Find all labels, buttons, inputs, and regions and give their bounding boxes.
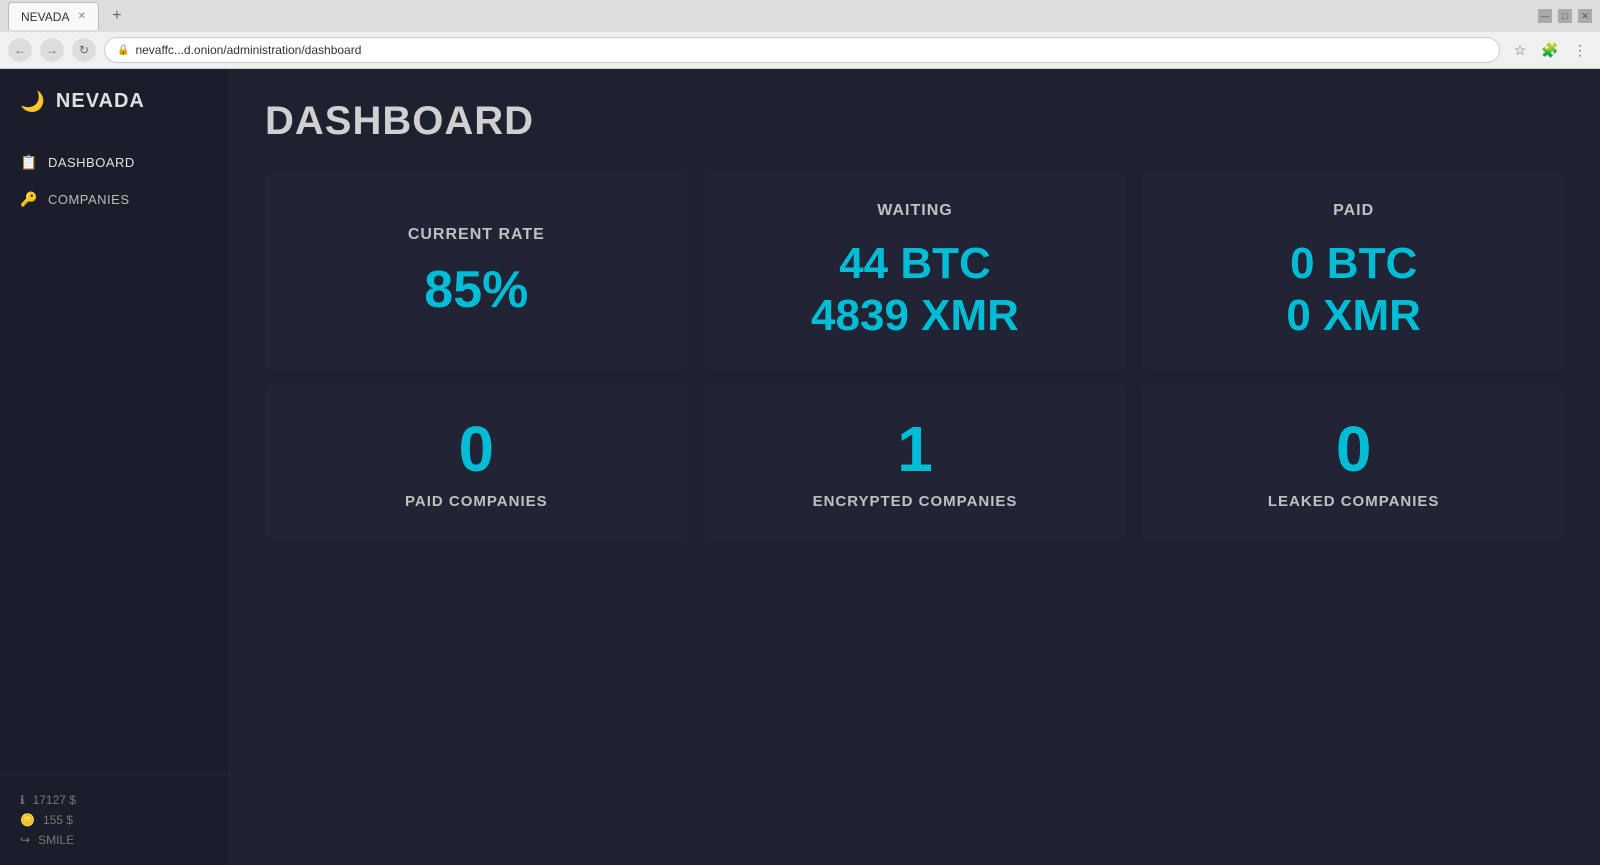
leaked-companies-card: 0 LEAKED COMPANIES [1142,387,1565,540]
window-controls: — □ ✕ [1538,9,1592,23]
main-content: DASHBOARD CURRENT RATE 85% WAITING 44 BT… [230,69,1600,865]
page-title: DASHBOARD [265,99,1565,144]
paid-card: PAID 0 BTC 0 XMR [1142,172,1565,371]
tab-close-button[interactable]: ✕ [77,11,85,22]
current-rate-label: CURRENT RATE [408,226,545,244]
footer-btc-value: 17127 $ [33,793,76,807]
sidebar-item-companies-label: COMPANIES [48,192,130,207]
browser-chrome: NEVADA ✕ + — □ ✕ ← → ↻ 🔒 nevaffc...d.oni… [0,0,1600,69]
encrypted-companies-label: ENCRYPTED COMPANIES [813,493,1018,510]
encrypted-companies-value: 1 [897,417,933,481]
footer-smile-value: SMILE [38,833,74,847]
paid-companies-card: 0 PAID COMPANIES [265,387,688,540]
exit-icon: ↪ [20,833,30,847]
brand-moon-icon: 🌙 [20,89,46,114]
waiting-xmr-value: 4839 XMR [811,292,1019,340]
paid-btc-value: 0 BTC [1290,240,1417,288]
menu-button[interactable]: ⋮ [1568,38,1592,62]
url-display: nevaffc...d.onion/administration/dashboa… [135,43,361,57]
leaked-companies-label: LEAKED COMPANIES [1268,493,1440,510]
dashboard-top-row: CURRENT RATE 85% WAITING 44 BTC 4839 XMR… [265,172,1565,371]
minimize-button[interactable]: — [1538,9,1552,23]
tab-title: NEVADA [21,10,69,24]
browser-controls: ← → ↻ 🔒 nevaffc...d.onion/administration… [0,32,1600,68]
dashboard-bottom-row: 0 PAID COMPANIES 1 ENCRYPTED COMPANIES 0… [265,387,1565,540]
back-button[interactable]: ← [8,38,32,62]
waiting-card: WAITING 44 BTC 4839 XMR [704,172,1127,371]
sidebar-item-dashboard[interactable]: 📋 DASHBOARD [0,144,229,181]
sidebar: 🌙 NEVADA 📋 DASHBOARD 🔑 COMPANIES ℹ 17127… [0,69,230,865]
paid-companies-label: PAID COMPANIES [405,493,548,510]
paid-xmr-value: 0 XMR [1286,292,1420,340]
browser-actions: ☆ 🧩 ⋮ [1508,38,1592,62]
lock-icon: 🔒 [117,45,129,56]
brand-name: NEVADA [56,90,145,113]
close-window-button[interactable]: ✕ [1578,9,1592,23]
current-rate-value: 85% [424,264,528,316]
footer-item-btc: ℹ 17127 $ [20,790,209,810]
browser-tab[interactable]: NEVADA ✕ [8,2,99,30]
companies-icon: 🔑 [20,191,38,208]
footer-xmr-value: 155 $ [43,813,73,827]
footer-item-smile: ↪ SMILE [20,830,209,850]
sidebar-navigation: 📋 DASHBOARD 🔑 COMPANIES [0,134,229,774]
waiting-label: WAITING [877,202,952,220]
maximize-button[interactable]: □ [1558,9,1572,23]
paid-values: 0 BTC 0 XMR [1162,240,1545,341]
sidebar-item-dashboard-label: DASHBOARD [48,155,135,170]
sidebar-brand: 🌙 NEVADA [0,69,229,134]
waiting-values: 44 BTC 4839 XMR [724,240,1107,341]
refresh-button[interactable]: ↻ [72,38,96,62]
new-tab-button[interactable]: + [103,2,131,30]
paid-companies-value: 0 [459,417,495,481]
address-bar[interactable]: 🔒 nevaffc...d.onion/administration/dashb… [104,37,1500,63]
encrypted-companies-card: 1 ENCRYPTED COMPANIES [704,387,1127,540]
dashboard-icon: 📋 [20,154,38,171]
sidebar-item-companies[interactable]: 🔑 COMPANIES [0,181,229,218]
bookmark-button[interactable]: ☆ [1508,38,1532,62]
leaked-companies-value: 0 [1336,417,1372,481]
info-icon: ℹ [20,793,25,807]
waiting-btc-value: 44 BTC [839,240,991,288]
coin-icon: 🪙 [20,813,35,827]
paid-label: PAID [1333,202,1374,220]
browser-titlebar: NEVADA ✕ + — □ ✕ [0,0,1600,32]
extensions-button[interactable]: 🧩 [1538,38,1562,62]
current-rate-card: CURRENT RATE 85% [265,172,688,371]
app-layout: 🌙 NEVADA 📋 DASHBOARD 🔑 COMPANIES ℹ 17127… [0,69,1600,865]
forward-button[interactable]: → [40,38,64,62]
sidebar-footer: ℹ 17127 $ 🪙 155 $ ↪ SMILE [0,774,229,865]
footer-item-xmr: 🪙 155 $ [20,810,209,830]
